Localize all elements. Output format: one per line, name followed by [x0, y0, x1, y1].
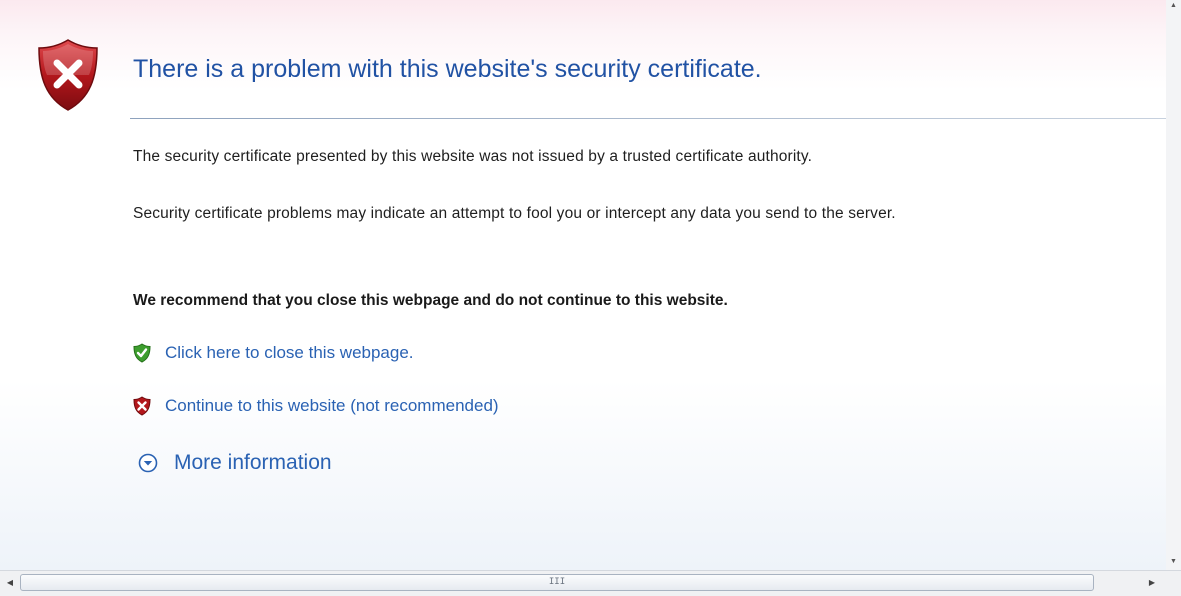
error-page: There is a problem with this website's s…	[0, 0, 1167, 570]
continue-website-link[interactable]: Continue to this website (not recommende…	[133, 396, 499, 416]
shield-check-icon	[133, 343, 151, 363]
certificate-issuer-message: The security certificate presented by th…	[133, 148, 813, 165]
horizontal-scroll-thumb[interactable]: III	[20, 574, 1094, 591]
close-webpage-link[interactable]: Click here to close this webpage.	[133, 343, 414, 363]
scroll-up-arrow-icon[interactable]: ▲	[1166, 0, 1181, 12]
more-information-label[interactable]: More information	[174, 451, 332, 475]
continue-website-link-label[interactable]: Continue to this website (not recommende…	[165, 396, 499, 416]
close-webpage-link-label[interactable]: Click here to close this webpage.	[165, 343, 414, 363]
vertical-scrollbar[interactable]: ▲ ▼	[1166, 0, 1181, 570]
shield-error-icon	[36, 38, 100, 112]
security-warning-message: Security certificate problems may indica…	[133, 205, 896, 222]
scroll-left-arrow-icon[interactable]: ◀	[4, 577, 16, 589]
shield-x-icon	[133, 396, 151, 416]
expand-circle-icon	[138, 453, 158, 473]
more-information-toggle[interactable]: More information	[138, 451, 332, 475]
scroll-grip-icon: III	[548, 577, 566, 587]
page-title: There is a problem with this website's s…	[133, 55, 762, 83]
title-divider	[130, 118, 1166, 119]
scroll-down-arrow-icon[interactable]: ▼	[1166, 556, 1181, 568]
horizontal-scrollbar[interactable]: ◀ III ▶	[0, 570, 1181, 596]
scroll-right-arrow-icon[interactable]: ▶	[1146, 577, 1158, 589]
recommendation-message: We recommend that you close this webpage…	[133, 292, 728, 309]
